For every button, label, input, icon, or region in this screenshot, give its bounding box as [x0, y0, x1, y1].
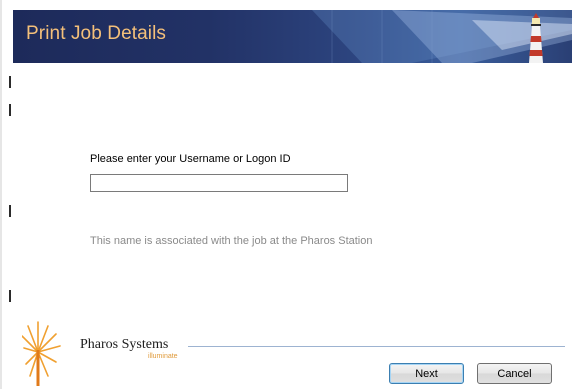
footer-divider: [188, 346, 565, 347]
starburst-logo-icon: [22, 321, 61, 386]
company-name: Pharos Systems: [80, 337, 169, 352]
window-left-edge: [0, 0, 2, 389]
edge-mark: [9, 290, 11, 302]
print-job-details-dialog: Print Job Details Please enter your User…: [0, 0, 572, 389]
username-hint-text: This name is associated with the job at …: [90, 235, 373, 247]
username-prompt-label: Please enter your Username or Logon ID: [90, 153, 291, 165]
edge-mark: [9, 76, 11, 88]
dialog-title: Print Job Details: [26, 23, 167, 44]
company-tagline: illuminate: [148, 353, 178, 360]
edge-mark: [9, 104, 11, 116]
cancel-button[interactable]: Cancel: [477, 363, 552, 384]
username-input[interactable]: [90, 174, 348, 192]
edge-mark: [9, 205, 11, 217]
lighthouse-icon: [529, 13, 543, 63]
next-button[interactable]: Next: [389, 363, 464, 384]
header-banner: Print Job Details: [13, 10, 572, 63]
